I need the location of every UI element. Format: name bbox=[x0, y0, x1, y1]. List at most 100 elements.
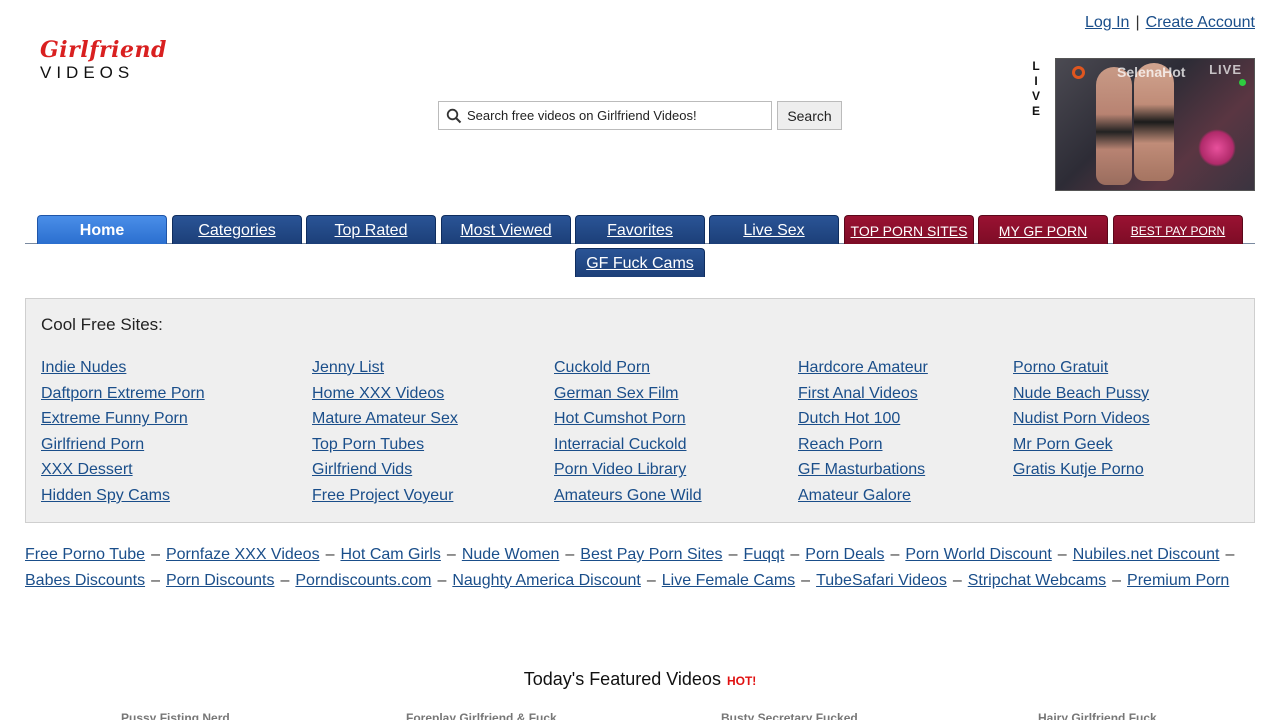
cool-site-link[interactable]: Girlfriend Porn bbox=[41, 432, 205, 458]
partner-link[interactable]: Porn Discounts bbox=[166, 572, 275, 589]
video-title[interactable]: Busty Secretary Fucked bbox=[721, 711, 858, 720]
tab-my-gf-porn[interactable]: MY GF PORN bbox=[978, 215, 1108, 244]
link-separator: – bbox=[801, 571, 811, 589]
partner-link[interactable]: Premium Porn bbox=[1127, 572, 1229, 589]
cool-sites-box: Cool Free Sites: Indie Nudes Daftporn Ex… bbox=[25, 298, 1255, 523]
online-indicator-icon bbox=[1239, 79, 1246, 86]
link-separator: – bbox=[952, 571, 962, 589]
cool-site-link[interactable]: Amateurs Gone Wild bbox=[554, 483, 702, 509]
link-separator: – bbox=[646, 571, 656, 589]
account-links: Log In | Create Account bbox=[1085, 14, 1255, 32]
link-separator: – bbox=[437, 571, 447, 589]
cool-site-link[interactable]: XXX Dessert bbox=[41, 457, 205, 483]
live-vertical-label: L I V E bbox=[1031, 59, 1041, 119]
cool-site-link[interactable]: Girlfriend Vids bbox=[312, 457, 458, 483]
account-separator: | bbox=[1135, 14, 1140, 31]
cool-site-link[interactable]: Extreme Funny Porn bbox=[41, 406, 205, 432]
cool-site-link[interactable]: Gratis Kutje Porno bbox=[1013, 457, 1150, 483]
search-button[interactable]: Search bbox=[777, 101, 842, 130]
partner-link[interactable]: Porn World Discount bbox=[905, 546, 1051, 563]
cool-sites-column: Hardcore Amateur First Anal Videos Dutch… bbox=[798, 355, 928, 509]
cool-sites-column: Jenny List Home XXX Videos Mature Amateu… bbox=[312, 355, 458, 509]
tab-best-pay-porn-sites[interactable]: BEST PAY PORN SITES bbox=[1113, 215, 1243, 268]
partner-links: Free Porno Tube – Pornfaze XXX Videos – Hot … bbox=[25, 542, 1257, 593]
live-cam-thumbnail[interactable]: SelenaHot LIVE bbox=[1055, 58, 1255, 191]
cool-site-link[interactable]: Porno Gratuit bbox=[1013, 355, 1150, 381]
tab-most-viewed[interactable]: Most Viewed bbox=[441, 215, 571, 244]
cool-site-link[interactable]: Reach Porn bbox=[798, 432, 928, 458]
tab-live-sex[interactable]: Live Sex bbox=[709, 215, 839, 244]
cool-site-link[interactable]: Porn Video Library bbox=[554, 457, 702, 483]
cool-site-link[interactable]: Amateur Galore bbox=[798, 483, 928, 509]
partner-link[interactable]: Hot Cam Girls bbox=[340, 546, 440, 563]
link-separator: – bbox=[565, 546, 575, 563]
cool-site-link[interactable]: Interracial Cuckold bbox=[554, 432, 702, 458]
cool-site-link[interactable]: Top Porn Tubes bbox=[312, 432, 458, 458]
tab-favorites[interactable]: Favorites bbox=[575, 215, 705, 244]
partner-link[interactable]: Fuqqt bbox=[743, 546, 784, 563]
link-separator: – bbox=[890, 546, 900, 563]
partner-link[interactable]: Babes Discounts bbox=[25, 572, 145, 589]
video-title[interactable]: Hairy Girlfriend Fuck bbox=[1038, 711, 1157, 720]
video-title[interactable]: Foreplay Girlfriend & Fuck bbox=[406, 711, 557, 720]
video-title[interactable]: Pussy Fisting Nerd bbox=[121, 711, 230, 720]
cool-site-link[interactable]: Home XXX Videos bbox=[312, 381, 458, 407]
cam-performer-name: SelenaHot bbox=[1117, 64, 1186, 80]
tab-top-rated[interactable]: Top Rated bbox=[306, 215, 436, 244]
cool-sites-column: Indie Nudes Daftporn Extreme Porn Extrem… bbox=[41, 355, 205, 509]
link-separator: – bbox=[325, 546, 335, 563]
cool-site-link[interactable]: Hardcore Amateur bbox=[798, 355, 928, 381]
link-separator: – bbox=[280, 571, 290, 589]
cool-site-link[interactable]: Nudist Porn Videos bbox=[1013, 406, 1150, 432]
logo-text-bottom: VIDEOS bbox=[40, 63, 135, 82]
partner-link[interactable]: Nude Women bbox=[462, 546, 560, 563]
partner-link[interactable]: TubeSafari Videos bbox=[816, 572, 947, 589]
partner-link[interactable]: Stripchat Webcams bbox=[968, 572, 1106, 589]
cool-site-link[interactable]: Mr Porn Geek bbox=[1013, 432, 1150, 458]
cool-site-link[interactable]: GF Masturbations bbox=[798, 457, 928, 483]
cool-sites-column: Cuckold Porn German Sex Film Hot Cumshot… bbox=[554, 355, 702, 509]
cool-site-link[interactable]: Daftporn Extreme Porn bbox=[41, 381, 205, 407]
hot-badge: HOT! bbox=[726, 674, 757, 688]
cool-site-link[interactable]: Cuckold Porn bbox=[554, 355, 702, 381]
search-bar: Search bbox=[438, 101, 842, 130]
tab-gf-fuck-cams[interactable]: GF Fuck Cams bbox=[575, 248, 705, 277]
partner-link[interactable]: Pornfaze XXX Videos bbox=[166, 546, 320, 563]
link-separator: – bbox=[446, 546, 456, 563]
partner-link[interactable]: Nubiles.net Discount bbox=[1073, 546, 1220, 563]
cam-live-tag: LIVE bbox=[1209, 62, 1242, 77]
partner-link[interactable]: Free Porno Tube bbox=[25, 546, 145, 563]
cool-site-link[interactable]: Dutch Hot 100 bbox=[798, 406, 928, 432]
partner-link[interactable]: Best Pay Porn Sites bbox=[580, 546, 722, 563]
search-box bbox=[438, 101, 772, 130]
link-separator: – bbox=[1225, 546, 1235, 563]
live-letter: E bbox=[1031, 104, 1040, 118]
cool-site-link[interactable]: German Sex Film bbox=[554, 381, 702, 407]
cool-site-link[interactable]: Nude Beach Pussy bbox=[1013, 381, 1150, 407]
partner-link[interactable]: Porn Deals bbox=[805, 546, 884, 563]
partner-link[interactable]: Porndiscounts.com bbox=[295, 572, 431, 589]
cool-sites-heading: Cool Free Sites: bbox=[41, 315, 163, 334]
cool-site-link[interactable]: Indie Nudes bbox=[41, 355, 205, 381]
cool-site-link[interactable]: Free Project Voyeur bbox=[312, 483, 458, 509]
tab-home[interactable]: Home bbox=[37, 215, 167, 244]
cool-site-link[interactable]: Hidden Spy Cams bbox=[41, 483, 205, 509]
link-separator: – bbox=[151, 546, 160, 563]
cam-light bbox=[1198, 129, 1236, 167]
partner-link[interactable]: Live Female Cams bbox=[662, 572, 795, 589]
site-logo[interactable]: Girlfriend VIDEOS bbox=[40, 38, 166, 83]
live-letter: L bbox=[1032, 59, 1040, 73]
camera-icon bbox=[1072, 66, 1085, 79]
cool-site-link[interactable]: Hot Cumshot Porn bbox=[554, 406, 702, 432]
login-link[interactable]: Log In bbox=[1085, 14, 1129, 31]
cool-site-link[interactable]: Jenny List bbox=[312, 355, 458, 381]
create-account-link[interactable]: Create Account bbox=[1146, 14, 1255, 31]
cam-figure bbox=[1096, 67, 1132, 185]
link-separator: – bbox=[1057, 546, 1067, 563]
tab-categories[interactable]: Categories bbox=[172, 215, 302, 244]
partner-link[interactable]: Naughty America Discount bbox=[452, 572, 641, 589]
search-input[interactable] bbox=[439, 102, 771, 129]
cool-site-link[interactable]: Mature Amateur Sex bbox=[312, 406, 458, 432]
tab-top-porn-sites[interactable]: TOP PORN SITES bbox=[844, 215, 974, 244]
cool-site-link[interactable]: First Anal Videos bbox=[798, 381, 928, 407]
